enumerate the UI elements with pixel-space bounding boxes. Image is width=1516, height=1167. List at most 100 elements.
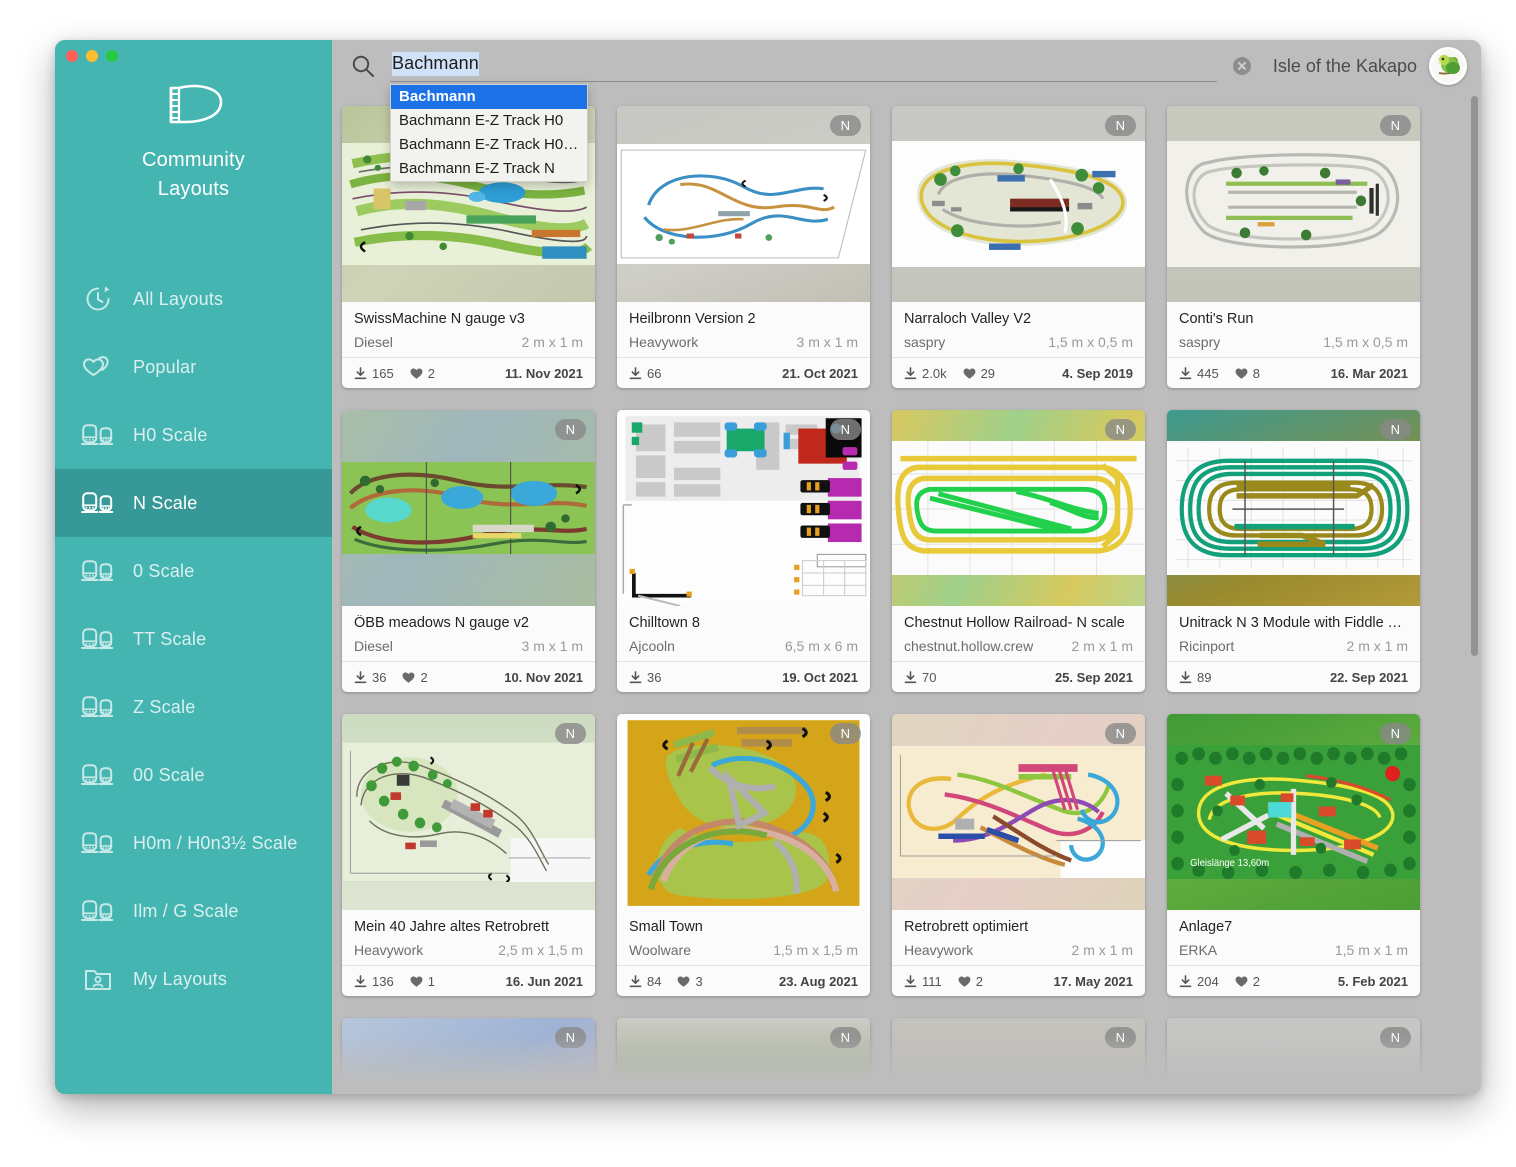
sidebar-item-ilm-g-scale[interactable]: Ilm / G Scale <box>55 877 332 945</box>
sidebar-item-my-layouts[interactable]: My Layouts <box>55 945 332 1013</box>
sidebar-item-tt-scale[interactable]: TT Scale <box>55 605 332 673</box>
clear-search-icon[interactable] <box>1232 57 1251 75</box>
sidebar-item-label: 00 Scale <box>133 764 205 785</box>
layout-size: 2 m x 1 m <box>1346 638 1408 654</box>
like-count: 2 <box>410 366 435 381</box>
layout-card[interactable]: N Heilbronn Version 2 Heavywork 3 m x 1 … <box>617 106 870 388</box>
download-count: 36 <box>629 670 661 685</box>
card-body: Conti's Run saspry 1,5 m x 0,5 m <box>1167 302 1420 357</box>
minimize-window-button[interactable] <box>86 50 98 62</box>
search-suggestion-item[interactable]: Bachmann <box>391 85 587 109</box>
layout-title: Chestnut Hollow Railroad- N scale <box>904 615 1125 631</box>
layout-meta: Heavywork 3 m x 1 m <box>629 334 858 350</box>
layout-thumbnail: N <box>892 1018 1145 1094</box>
scale-badge: N <box>1105 419 1136 440</box>
sidebar-item-label: 0 Scale <box>133 560 195 581</box>
layout-title: Anlage7 <box>1179 919 1233 935</box>
layout-author: Heavywork <box>904 942 974 958</box>
card-footer: 2.0k 29 4. Sep 2019 <box>892 357 1145 388</box>
layout-thumbnail: N <box>892 714 1145 910</box>
download-count: 84 <box>629 974 661 989</box>
layout-card[interactable]: N ÖBB meadows N gauge v2 Diesel 3 m x 1 … <box>342 410 595 692</box>
layout-date: 22. Sep 2021 <box>1329 669 1408 685</box>
sidebar-item-h0-scale[interactable]: H0 Scale <box>55 401 332 469</box>
download-count: 165 <box>354 366 394 381</box>
scale-badge: N <box>555 1027 586 1048</box>
layout-title: Unitrack N 3 Module with Fiddle Yard V2 <box>1179 615 1408 631</box>
layout-card[interactable]: N Mein 40 Jahre altes Retrobrett Heavywo… <box>342 714 595 996</box>
layout-thumbnail: N <box>892 106 1145 302</box>
layout-thumbnail: N <box>1167 410 1420 606</box>
scale-badge: N <box>1380 115 1411 136</box>
sidebar-item-h0m-h0n3-scale[interactable]: H0m / H0n3½ Scale <box>55 809 332 877</box>
download-count: 2.0k <box>904 366 947 381</box>
layout-card[interactable]: N <box>617 1018 870 1094</box>
layout-preview-image <box>892 746 1145 878</box>
layout-card[interactable]: N Unitrack N 3 Module with Fiddle Yard V… <box>1167 410 1420 692</box>
layout-card[interactable]: N <box>342 1018 595 1094</box>
download-count: 136 <box>354 974 394 989</box>
sidebar-item-00-scale[interactable]: 00 Scale <box>55 741 332 809</box>
parrot-avatar-icon[interactable] <box>1429 47 1467 85</box>
app-root: Community Layouts All Layouts Popular H0… <box>0 0 1516 1167</box>
layout-title: Small Town <box>629 919 703 935</box>
layout-thumbnail: N <box>617 1018 870 1094</box>
scale-badge: N <box>1105 1027 1136 1048</box>
layout-card[interactable]: N Small Town Woolware 1,5 m x 1,5 m 84 3… <box>617 714 870 996</box>
layout-meta: saspry 1,5 m x 0,5 m <box>1179 334 1408 350</box>
search-field-wrapper[interactable]: Bachmann <box>390 50 1217 82</box>
scale-badge: N <box>1380 419 1411 440</box>
layout-card[interactable]: N <box>1167 1018 1420 1094</box>
train-cars-icon <box>81 420 115 450</box>
layout-meta: Heavywork 2,5 m x 1,5 m <box>354 942 583 958</box>
layout-preview-image <box>892 441 1145 575</box>
search-suggestions-dropdown[interactable]: Bachmann Bachmann E-Z Track H0 Bachmann … <box>390 84 588 182</box>
layout-card[interactable]: N Conti's Run saspry 1,5 m x 0,5 m 445 8… <box>1167 106 1420 388</box>
train-cars-icon <box>81 488 115 518</box>
layout-card[interactable]: Gleislänge 13,60m N Anlage7 ERKA 1,5 m x… <box>1167 714 1420 996</box>
layout-size: 3 m x 1 m <box>796 334 858 350</box>
download-count: 70 <box>904 670 936 685</box>
layout-card[interactable]: N Chilltown 8 Ajcooln 6,5 m x 6 m 36 19.… <box>617 410 870 692</box>
close-window-button[interactable] <box>66 50 78 62</box>
card-footer: 66 21. Oct 2021 <box>617 357 870 388</box>
search-suggestion-item[interactable]: Bachmann E-Z Track H0 B... <box>391 133 587 157</box>
train-cars-icon <box>81 828 115 858</box>
scale-badge: N <box>555 419 586 440</box>
layout-meta: chestnut.hollow.crew 2 m x 1 m <box>904 638 1133 654</box>
main-panel: Bachmann Isle of the Kakapo <box>332 40 1481 1094</box>
layout-meta: Ajcooln 6,5 m x 6 m <box>629 638 858 654</box>
layout-thumbnail: N <box>342 1018 595 1094</box>
card-body: Chestnut Hollow Railroad- N scale chestn… <box>892 606 1145 661</box>
card-footer: 445 8 16. Mar 2021 <box>1167 357 1420 388</box>
sidebar-item-0-scale[interactable]: 0 Scale <box>55 537 332 605</box>
layout-card[interactable]: N Narraloch Valley V2 saspry 1,5 m x 0,5… <box>892 106 1145 388</box>
search-suggestion-item[interactable]: Bachmann E-Z Track H0 <box>391 109 587 133</box>
download-count: 445 <box>1179 366 1219 381</box>
card-footer: 89 22. Sep 2021 <box>1167 661 1420 692</box>
layout-card[interactable]: N Chestnut Hollow Railroad- N scale ches… <box>892 410 1145 692</box>
layout-meta: Diesel 3 m x 1 m <box>354 638 583 654</box>
sidebar-item-popular[interactable]: Popular <box>55 333 332 401</box>
card-footer: 70 25. Sep 2021 <box>892 661 1145 692</box>
layout-card[interactable]: N <box>892 1018 1145 1094</box>
layout-thumbnail: N <box>342 410 595 606</box>
card-footer: 36 19. Oct 2021 <box>617 661 870 692</box>
layout-card[interactable]: N Retrobrett optimiert Heavywork 2 m x 1… <box>892 714 1145 996</box>
layout-meta: Ricinport 2 m x 1 m <box>1179 638 1408 654</box>
brand: Community Layouts <box>55 82 332 203</box>
sidebar-item-n-scale[interactable]: N Scale <box>55 469 332 537</box>
search-suggestion-item[interactable]: Bachmann E-Z Track N <box>391 157 587 181</box>
search-input[interactable] <box>390 50 1217 82</box>
layout-author: chestnut.hollow.crew <box>904 638 1034 654</box>
sidebar-item-all-layouts[interactable]: All Layouts <box>55 265 332 333</box>
layout-thumbnail: N <box>617 714 870 910</box>
layouts-grid: N SwissMachine N gauge v3 Diesel 2 m x 1… <box>342 106 1465 1094</box>
like-count: 2 <box>402 670 428 685</box>
sidebar-item-z-scale[interactable]: Z Scale <box>55 673 332 741</box>
vertical-scrollbar[interactable] <box>1471 96 1478 656</box>
zoom-window-button[interactable] <box>106 50 118 62</box>
layout-date: 16. Jun 2021 <box>505 973 583 989</box>
download-count: 111 <box>904 974 942 989</box>
scale-badge: N <box>830 1027 861 1048</box>
